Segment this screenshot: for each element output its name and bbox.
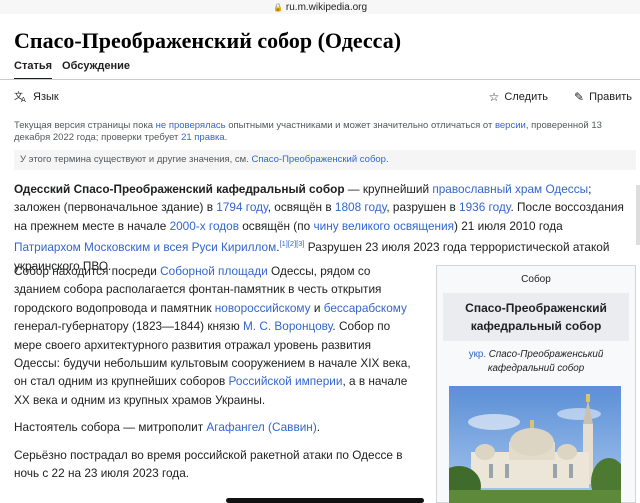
- text-run: Серьёзно пострадал во время российской р…: [14, 448, 403, 481]
- home-indicator[interactable]: [226, 498, 424, 503]
- language-button[interactable]: 文A Язык: [14, 90, 59, 105]
- link-vorontsov[interactable]: М. С. Воронцову: [243, 319, 332, 333]
- lead-term: Одесский Спасо-Преображенский кафедральн…: [14, 182, 345, 196]
- tabs-divider: [0, 79, 640, 80]
- translate-icon: 文A: [14, 90, 28, 105]
- notice-text: опытными участниками и может значительно…: [225, 120, 495, 131]
- ukrainian-link[interactable]: укр.: [469, 349, 486, 360]
- address-bar[interactable]: 🔒 ru.m.wikipedia.org: [0, 0, 640, 14]
- text-run: , разрушен в: [386, 200, 460, 215]
- text-run: освящён (по: [238, 218, 314, 233]
- text-run: и: [310, 300, 324, 315]
- hatnote-text: У этого термина существуют и другие знач…: [20, 154, 252, 165]
- infobox: Собор Спасо-Преображенский кафедральный …: [436, 265, 636, 503]
- notice-link-unreviewed[interactable]: не проверялась: [156, 120, 226, 131]
- watch-button[interactable]: ☆ Следить: [489, 90, 548, 104]
- hatnote-link[interactable]: Спасо-Преображенский собор: [251, 154, 385, 165]
- hatnote: У этого термина существуют и другие знач…: [14, 150, 636, 170]
- link-novorossiysk[interactable]: новороссийскому: [215, 301, 311, 315]
- url-text: ru.m.wikipedia.org: [285, 1, 368, 13]
- ukrainian-name: Спасо-Преображенський кафедральний собор: [486, 349, 604, 374]
- link-patriarch-kirill[interactable]: Патриархом Московским и всея Руси Кирилл…: [14, 240, 276, 254]
- tab-talk[interactable]: Обсуждение: [62, 60, 130, 80]
- link-bessarabia[interactable]: бессарабскому: [324, 301, 407, 315]
- page-edge-shadow: [636, 185, 640, 245]
- link-agafangel[interactable]: Агафангел (Саввин): [206, 420, 316, 434]
- link-consecration-rite[interactable]: чину великого освящения: [313, 219, 454, 233]
- damage-paragraph: Серьёзно пострадал во время российской р…: [14, 446, 420, 483]
- link-2000s[interactable]: 2000-х годов: [170, 219, 239, 233]
- svg-text:A: A: [21, 96, 26, 102]
- language-label: Язык: [33, 91, 59, 103]
- intro-paragraph: Одесский Спасо-Преображенский кафедральн…: [14, 180, 630, 275]
- pencil-icon: ✎: [574, 90, 585, 104]
- text-run: генерал-губернатору (1823—1844) князю: [14, 319, 243, 334]
- text-run: — крупнейший: [344, 182, 433, 196]
- rector-paragraph: Настоятель собора — митрополит Агафангел…: [14, 418, 420, 436]
- infobox-caption: Собор: [521, 274, 551, 285]
- notice-link-edits[interactable]: 21 правка: [181, 132, 225, 143]
- reference-links[interactable]: [1][2][3]: [279, 239, 304, 248]
- infobox-subtitle: укр. Спасо-Преображенський кафедральний …: [447, 348, 625, 376]
- page-title: Спасо-Преображенский собор (Одесса): [14, 28, 402, 53]
- link-1936[interactable]: 1936 году: [459, 200, 510, 214]
- page-toolbar: 文A Язык ☆ Следить ✎ Править: [14, 88, 632, 106]
- link-russian-empire[interactable]: Российской империи: [229, 374, 343, 388]
- location-paragraph: Собор находится посреди Соборной площади…: [14, 262, 420, 409]
- edit-label: Править: [589, 91, 632, 103]
- link-orthodox-temple[interactable]: православный храм Одессы: [432, 182, 588, 196]
- link-1794[interactable]: 1794 году: [216, 200, 267, 214]
- link-cathedral-square[interactable]: Соборной площади: [160, 264, 268, 278]
- revision-notice: Текущая версия страницы пока не проверял…: [14, 120, 628, 144]
- text-run: .: [316, 420, 321, 434]
- text-run: ) 21 июля 2010 года: [454, 218, 563, 233]
- text-run: Настоятель собора — митрополит: [14, 420, 207, 434]
- notice-text: Текущая версия страницы пока: [14, 120, 156, 131]
- text-run: Собор находится посреди: [14, 264, 161, 278]
- page-tabs: Статья Обсуждение: [14, 60, 640, 80]
- infobox-title: Спасо-Преображенский кафедральный собор: [443, 293, 629, 341]
- hatnote-text: .: [385, 154, 389, 165]
- star-icon: ☆: [488, 90, 500, 104]
- lock-icon: 🔒: [272, 2, 283, 12]
- cathedral-photo[interactable]: [449, 386, 621, 503]
- watch-label: Следить: [504, 91, 548, 103]
- tab-article[interactable]: Статья: [14, 60, 53, 80]
- notice-text: .: [224, 132, 228, 143]
- link-1808[interactable]: 1808 году: [335, 200, 386, 214]
- text-run: , освящён в: [267, 200, 335, 215]
- edit-button[interactable]: ✎ Править: [574, 90, 632, 104]
- notice-link-version[interactable]: версии: [495, 120, 526, 131]
